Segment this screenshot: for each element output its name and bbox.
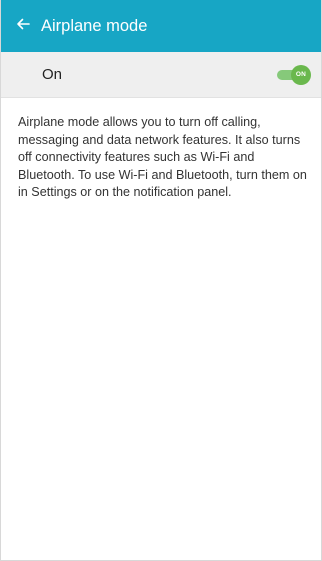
master-switch-bar[interactable]: On ON xyxy=(1,52,321,98)
page-title: Airplane mode xyxy=(41,16,148,35)
arrow-left-icon xyxy=(15,16,31,37)
back-button[interactable] xyxy=(11,14,35,38)
switch-label: On xyxy=(42,66,63,83)
description-text: Airplane mode allows you to turn off cal… xyxy=(18,115,307,199)
airplane-mode-screen: Airplane mode On ON Airplane mode allows… xyxy=(0,0,322,561)
toggle-state-label: ON xyxy=(295,71,307,78)
app-bar: Airplane mode xyxy=(1,0,321,52)
airplane-mode-toggle[interactable]: ON xyxy=(277,64,311,85)
toggle-thumb: ON xyxy=(291,64,311,85)
